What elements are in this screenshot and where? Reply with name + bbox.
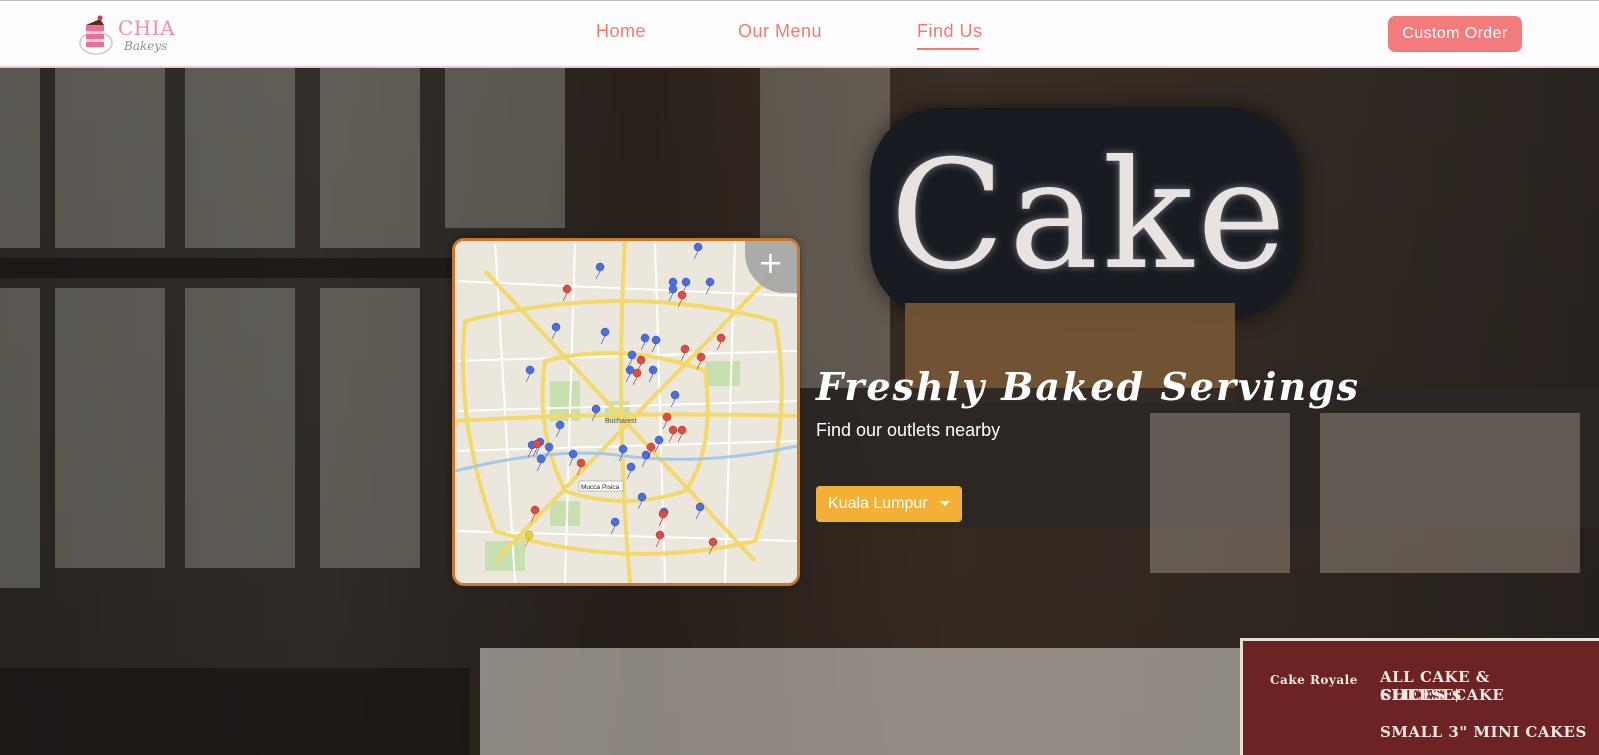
map-graphic: Bucharest Mucca Pisica: [455, 241, 797, 583]
custom-order-button[interactable]: Custom Order: [1388, 16, 1522, 52]
stall-sign-line3: SMALL 3" MINI CAKES: [1380, 723, 1587, 741]
stall-sign-brand: Cake Royale: [1270, 673, 1358, 687]
stall-sign-line2: SLICES $: [1380, 686, 1463, 704]
neon-cake-sign: Cake: [890, 129, 1290, 303]
brand-name: CHIA: [118, 16, 176, 40]
top-navbar: CHIA Bakeys Home Our Menu Find Us Custom…: [0, 0, 1599, 68]
nav-link-our-menu[interactable]: Our Menu: [738, 21, 822, 42]
map-place-label: Mucca Pisica: [581, 484, 620, 491]
map-city-label: Bucharest: [605, 418, 637, 425]
hero-subtitle: Find our outlets nearby: [816, 420, 1001, 440]
nav-link-find-us[interactable]: Find Us: [917, 21, 983, 42]
city-dropdown-button[interactable]: Kuala Lumpur: [816, 486, 962, 522]
nav-link-home[interactable]: Home: [596, 21, 646, 42]
city-dropdown-label: Kuala Lumpur: [828, 495, 928, 512]
outlet-map[interactable]: Bucharest Mucca Pisica +: [452, 238, 800, 586]
hero-section: Cake Cake Royale ALL CAKE & CHEESECAKE S…: [0, 68, 1599, 755]
brand-logo-link[interactable]: CHIA Bakeys: [78, 13, 188, 57]
caret-down-icon: [940, 501, 950, 506]
cake-logo-icon: [79, 15, 113, 55]
hero-title: Freshly Baked Servings: [816, 364, 1361, 409]
active-nav-indicator: [917, 48, 979, 50]
brand-tagline: Bakeys: [124, 39, 168, 53]
